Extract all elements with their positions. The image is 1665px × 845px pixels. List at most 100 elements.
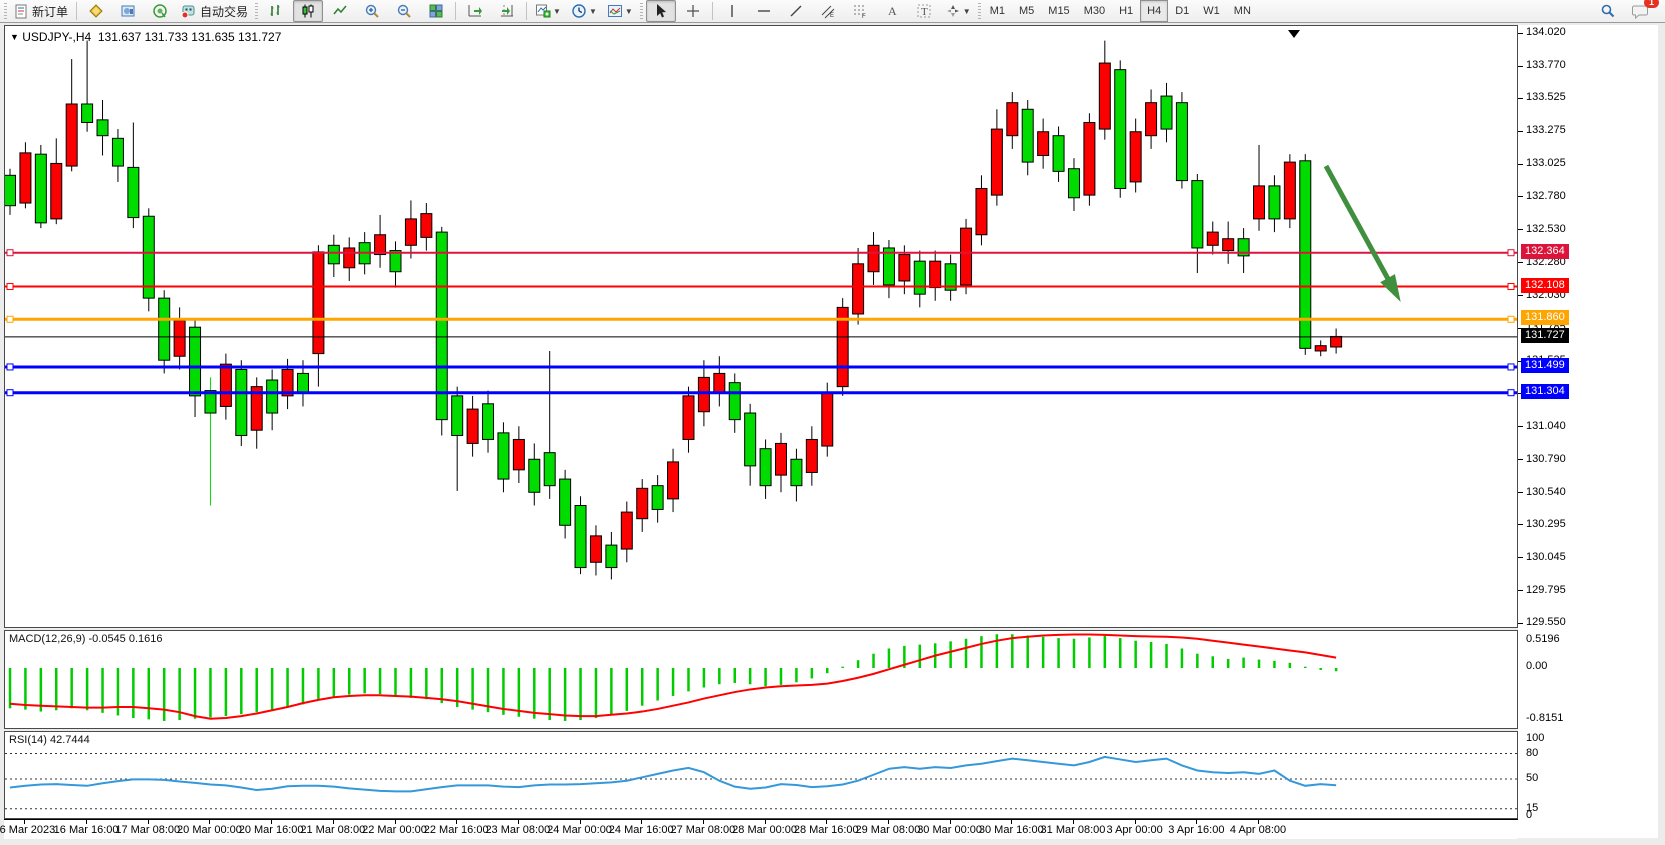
timeframe-M1[interactable]: M1 [983, 0, 1012, 22]
timeframe-M30[interactable]: M30 [1077, 0, 1112, 22]
macd-pane[interactable]: MACD(12,26,9) -0.0545 0.1616 [4, 630, 1518, 729]
arrows-button[interactable]: ▼ [941, 0, 975, 22]
price-axis-tick [1518, 524, 1523, 525]
separator [712, 2, 713, 20]
price-axis-label: 133.275 [1526, 124, 1566, 136]
price-axis-tick [1518, 196, 1523, 197]
time-axis[interactable]: 16 Mar 202316 Mar 16:0017 Mar 08:0020 Ma… [4, 819, 1518, 840]
price-axis-label: 133.525 [1526, 91, 1566, 103]
data-window-icon [120, 3, 136, 19]
separator [76, 2, 77, 20]
text-label-button[interactable]: T [909, 0, 939, 22]
macd-histogram [10, 634, 1336, 721]
rsi-axis-label: 80 [1526, 747, 1538, 759]
tile-windows-button[interactable] [421, 0, 451, 22]
price-axis-tick [1518, 590, 1523, 591]
price-axis-tick [1518, 131, 1523, 132]
price-axis-label: 130.790 [1526, 453, 1566, 465]
zoom-out-icon [396, 3, 412, 19]
vertical-line-button[interactable] [717, 0, 747, 22]
crosshair-button[interactable] [678, 0, 708, 22]
horizontal-line-131.860[interactable] [5, 316, 1517, 322]
window-bottom-edge [0, 839, 1665, 845]
indicators-icon [535, 3, 551, 19]
template-icon [607, 3, 623, 19]
data-window-button[interactable] [113, 0, 143, 22]
line-chart-icon [332, 3, 348, 19]
symbol-ohlc: 131.637 131.733 131.635 131.727 [98, 30, 282, 44]
rsi-axis-label: 50 [1526, 772, 1538, 784]
price-axis-tick [1518, 66, 1523, 67]
price-axis-label: 132.780 [1526, 190, 1566, 202]
market-watch-button[interactable] [81, 0, 111, 22]
rsi-pane[interactable]: RSI(14) 42.7444 [4, 731, 1518, 819]
price-axis-tick [1518, 98, 1523, 99]
price-axis-label: 131.040 [1526, 420, 1566, 432]
autotrade-icon [181, 3, 197, 19]
text-button[interactable]: A [877, 0, 907, 22]
trendline-button[interactable] [781, 0, 811, 22]
timeframe-M15[interactable]: M15 [1041, 0, 1076, 22]
price-badge-132.108: 132.108 [1521, 278, 1569, 293]
price-axis-label: 130.540 [1526, 486, 1566, 498]
rsi-label: RSI(14) 42.7444 [9, 734, 90, 746]
notifications-button[interactable]: 1 [1625, 0, 1655, 22]
svg-text:E: E [830, 13, 834, 19]
symbol-header[interactable]: ▼ USDJPY-,H4 131.637 131.733 131.635 131… [10, 30, 281, 44]
chart-bars-button[interactable] [261, 0, 291, 22]
templates-button[interactable]: ▼ [603, 0, 637, 22]
toolbar-drag-handle[interactable] [640, 3, 643, 19]
mt4-window: 新订单 自动交易 [0, 0, 1665, 845]
trend-arrow[interactable] [1326, 166, 1401, 302]
horizontal-line-132.108[interactable] [5, 284, 1517, 290]
vertical-line-icon [724, 3, 740, 19]
zoom-in-button[interactable] [357, 0, 387, 22]
timeframe-D1[interactable]: D1 [1168, 0, 1196, 22]
horizontal-line-button[interactable] [749, 0, 779, 22]
rsi-line [10, 757, 1336, 791]
auto-scroll-button[interactable] [460, 0, 490, 22]
toolbar-drag-handle[interactable] [255, 3, 258, 19]
timeframe-MN[interactable]: MN [1227, 0, 1258, 22]
autotrade-button[interactable]: 自动交易 [177, 0, 252, 22]
timeframe-M5[interactable]: M5 [1012, 0, 1041, 22]
main-chart-pane[interactable]: ▼ USDJPY-,H4 131.637 131.733 131.635 131… [4, 25, 1518, 628]
timeframe-H4[interactable]: H4 [1140, 0, 1168, 22]
equidistant-channel-icon: E [820, 3, 836, 19]
search-button[interactable] [1593, 0, 1623, 22]
notification-badge: 1 [1644, 0, 1659, 8]
zoom-out-button[interactable] [389, 0, 419, 22]
price-axis-tick [1518, 492, 1523, 493]
window-edge [1658, 23, 1665, 845]
timeframe-H1[interactable]: H1 [1112, 0, 1140, 22]
price-axis-label: 134.020 [1526, 26, 1566, 38]
zoom-in-icon [364, 3, 380, 19]
chart-shift-button[interactable] [492, 0, 522, 22]
toolbar-drag-handle[interactable] [978, 3, 981, 19]
horizontal-line-icon [756, 3, 772, 19]
rsi-axis-label: 0 [1526, 809, 1532, 821]
new-order-button[interactable]: 新订单 [10, 0, 72, 22]
channel-button[interactable]: E [813, 0, 843, 22]
crosshair-icon [685, 3, 701, 19]
price-axis-tick [1518, 623, 1523, 624]
timeframe-W1[interactable]: W1 [1196, 0, 1227, 22]
shift-marker-icon[interactable] [1288, 30, 1300, 38]
price-axis-tick [1518, 557, 1523, 558]
toolbar-drag-handle[interactable] [4, 3, 7, 19]
horizontal-line-132.364[interactable] [5, 250, 1517, 256]
timeframe-group: M1M5M15M30H1H4D1W1MN [983, 0, 1258, 22]
fibonacci-button[interactable]: F [845, 0, 875, 22]
auto-scroll-icon [467, 3, 483, 19]
chart-line-button[interactable] [325, 0, 355, 22]
cursor-arrow-icon [653, 3, 669, 19]
indicators-button[interactable]: ▼ [531, 0, 565, 22]
macd-axis-label: 0.00 [1526, 660, 1547, 672]
new-order-label: 新订单 [32, 3, 68, 20]
periods-button[interactable]: ▼ [567, 0, 601, 22]
symbol-dropdown-icon[interactable]: ▼ [10, 32, 19, 42]
strategy-tester-button[interactable] [145, 0, 175, 22]
chart-candles-button[interactable] [293, 0, 323, 22]
cursor-button[interactable] [646, 0, 676, 22]
bar-chart-icon [268, 3, 284, 19]
